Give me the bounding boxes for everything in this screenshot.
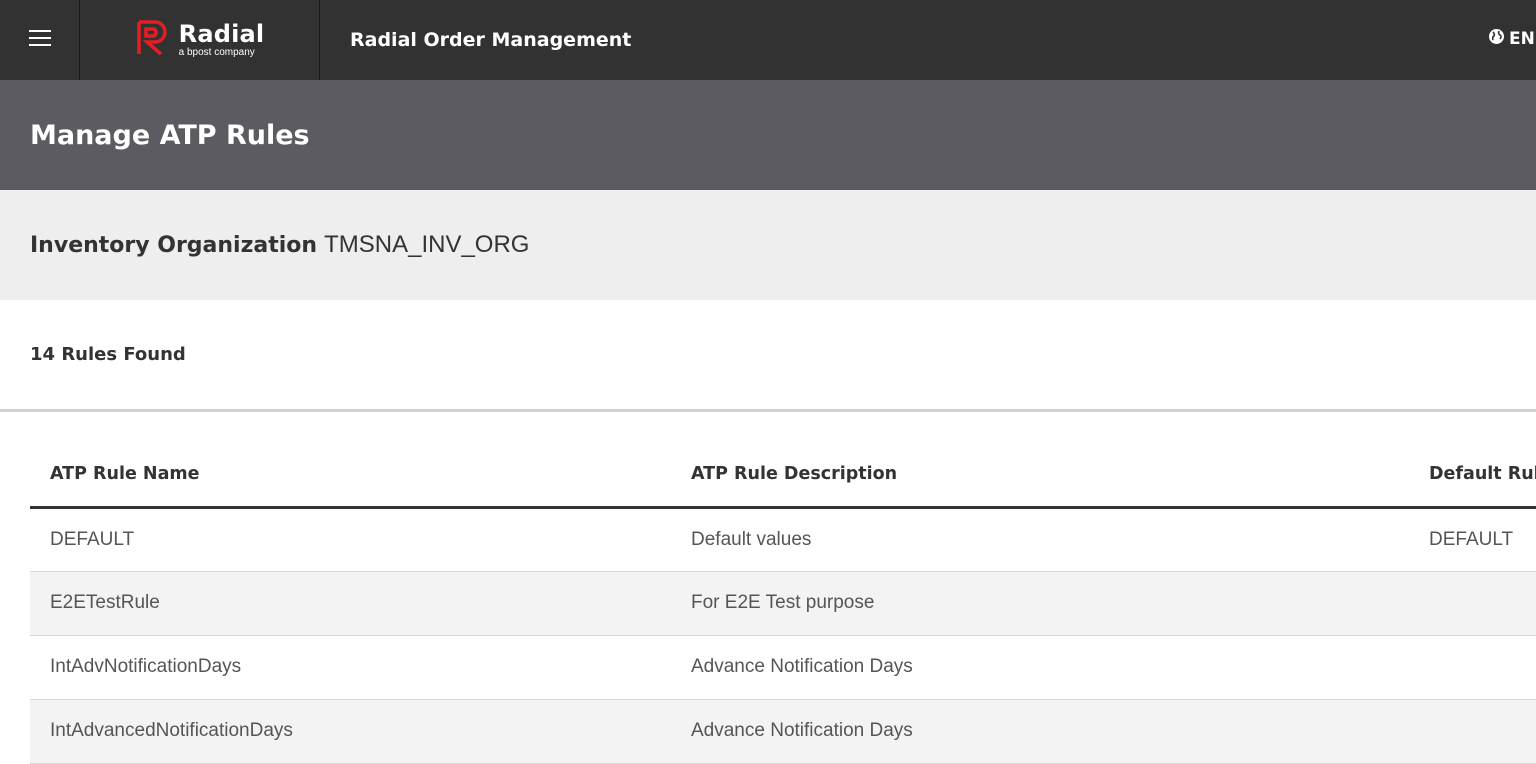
default-rule-cell bbox=[1409, 699, 1536, 764]
hamburger-menu-icon bbox=[28, 29, 51, 52]
language-selector[interactable]: EN bbox=[1488, 28, 1536, 50]
page-title: Manage ATP Rules bbox=[30, 119, 310, 151]
logo-wordmark: Radial bbox=[178, 20, 265, 48]
inventory-organization-label: Inventory Organization bbox=[30, 232, 318, 258]
app-title: Radial Order Management bbox=[350, 29, 632, 51]
column-header-rule-description[interactable]: ATP Rule Description bbox=[671, 442, 1409, 509]
top-nav-bar: Radial a bpost company Radial Order Mana… bbox=[0, 0, 1536, 80]
rule-name-cell[interactable]: IntAdvNotificationDays bbox=[30, 635, 671, 700]
logo-area[interactable]: Radial a bpost company bbox=[80, 0, 320, 80]
rule-description-cell: Advance Notification Days bbox=[671, 635, 1409, 700]
table-row[interactable]: IntAdvNotificationDays Advance Notificat… bbox=[30, 635, 1536, 700]
default-rule-cell bbox=[1409, 571, 1536, 636]
column-header-default-rule[interactable]: Default Rul bbox=[1409, 442, 1536, 509]
inventory-organization-value: TMSNA_INV_ORG bbox=[324, 231, 530, 258]
radial-logo: Radial a bpost company bbox=[135, 18, 265, 63]
rule-description-cell: Advance Notification Days bbox=[671, 699, 1409, 764]
table-row[interactable]: DEFAULT Default values DEFAULT bbox=[30, 507, 1536, 572]
rule-description-cell: Default values bbox=[671, 507, 1409, 572]
rules-found-count: 14 Rules Found bbox=[30, 344, 186, 365]
language-code: EN bbox=[1509, 29, 1535, 49]
logo-tagline: a bpost company bbox=[178, 47, 255, 58]
atp-rules-table: ATP Rule Name ATP Rule Description Defau… bbox=[30, 442, 1536, 764]
default-rule-cell bbox=[1409, 635, 1536, 700]
table-header-row: ATP Rule Name ATP Rule Description Defau… bbox=[30, 442, 1536, 509]
default-rule-cell: DEFAULT bbox=[1409, 507, 1536, 572]
radial-logo-icon bbox=[135, 18, 171, 63]
rule-name-cell[interactable]: IntAdvancedNotificationDays bbox=[30, 699, 671, 764]
inventory-organization-band: Inventory Organization TMSNA_INV_ORG bbox=[0, 190, 1536, 300]
atp-rules-table-container: ATP Rule Name ATP Rule Description Defau… bbox=[30, 442, 1536, 764]
page-header: Manage ATP Rules bbox=[0, 80, 1536, 190]
column-header-rule-name[interactable]: ATP Rule Name bbox=[30, 442, 671, 509]
globe-icon bbox=[1488, 28, 1505, 50]
rule-name-cell[interactable]: E2ETestRule bbox=[30, 571, 671, 636]
rule-description-cell: For E2E Test purpose bbox=[671, 571, 1409, 636]
hamburger-menu-button[interactable] bbox=[0, 0, 80, 80]
table-row[interactable]: IntAdvancedNotificationDays Advance Noti… bbox=[30, 699, 1536, 764]
rule-name-cell[interactable]: DEFAULT bbox=[30, 507, 671, 572]
table-row[interactable]: E2ETestRule For E2E Test purpose bbox=[30, 571, 1536, 636]
results-summary: 14 Rules Found bbox=[0, 300, 1536, 412]
